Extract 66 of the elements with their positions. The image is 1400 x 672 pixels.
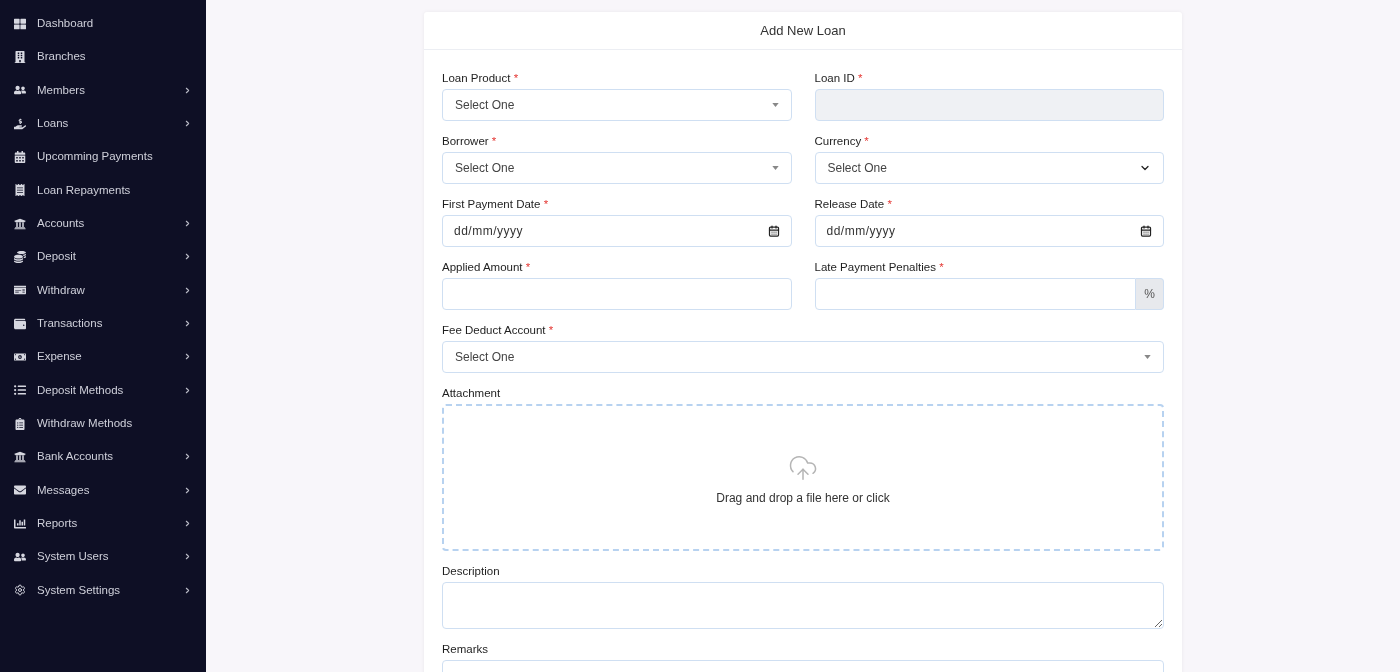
sidebar-item[interactable]: Accounts [0, 206, 206, 241]
users-icon [14, 84, 26, 97]
sidebar-item[interactable]: System Settings [0, 573, 206, 607]
caret-icon [771, 166, 779, 170]
field-label: Attachment [442, 386, 502, 401]
users-icon [14, 550, 26, 563]
sidebar-item[interactable]: Upcomming Payments [0, 140, 206, 174]
bank-icon [14, 217, 26, 230]
calendar-icon[interactable] [1140, 225, 1152, 237]
hand-coin-icon [14, 117, 26, 130]
sidebar-item[interactable]: Bank Accounts [0, 440, 206, 474]
field-label: First Payment Date * [442, 197, 550, 212]
percent-addon: % [1136, 278, 1164, 310]
field-label: Release Date * [814, 197, 893, 212]
wallet-icon [14, 317, 26, 330]
caret-icon [1144, 355, 1151, 359]
sidebar-item[interactable]: Loan Repayments [0, 173, 206, 207]
settings-icon [14, 584, 26, 597]
sidebar-item[interactable]: Members [0, 73, 206, 107]
field-label: Late Payment Penalties * [814, 260, 945, 275]
mail-icon [14, 484, 26, 497]
field-label: Loan Product * [442, 71, 520, 86]
caret-icon [771, 103, 779, 107]
sidebar-item[interactable]: Withdraw [0, 273, 206, 307]
sidebar-item[interactable]: Dashboard [0, 7, 206, 41]
field-label: Fee Deduct Account * [442, 323, 555, 338]
sidebar-item[interactable]: Reports [0, 506, 206, 541]
select-field[interactable]: Select One [442, 152, 792, 184]
sidebar-item[interactable]: Transactions [0, 306, 206, 341]
date-field[interactable]: dd/mm/yyyy [814, 215, 1164, 247]
select-field[interactable]: Select One [442, 341, 1164, 373]
calendar-icon [14, 150, 26, 163]
field-label: Currency * [814, 134, 870, 149]
textarea-field[interactable] [442, 582, 1164, 629]
select-field[interactable]: Select One [814, 152, 1164, 184]
sidebar-item[interactable]: Withdraw Methods [0, 406, 206, 441]
input-field[interactable] [814, 89, 1164, 121]
card-title: Add New Loan [760, 21, 846, 40]
card-icon [14, 284, 26, 297]
banknote-icon [14, 350, 26, 363]
sidebar-item[interactable]: Branches [0, 40, 206, 74]
bar-chart-icon [14, 517, 26, 530]
receipt-icon [14, 184, 26, 197]
bank-icon [14, 450, 26, 463]
field-label: Loan ID * [814, 71, 864, 86]
field-label: Borrower * [442, 134, 498, 149]
grid-icon [14, 17, 26, 30]
select-field[interactable]: Select One [442, 89, 792, 121]
file-dropzone[interactable]: Drag and drop a file here or click [442, 404, 1164, 551]
field-label: Remarks [442, 642, 489, 657]
field-label: Applied Amount * [442, 260, 532, 275]
calendar-icon[interactable] [767, 225, 780, 237]
sidebar-item[interactable]: Loans [0, 107, 206, 141]
input-field[interactable] [442, 278, 792, 310]
field-label: Description [442, 564, 501, 579]
list-icon [14, 384, 26, 397]
coins-icon [14, 250, 26, 263]
input-field[interactable] [814, 278, 1136, 310]
building-icon [14, 51, 26, 63]
sidebar-item[interactable]: Deposit Methods [0, 373, 206, 407]
sidebar-item[interactable]: Expense [0, 340, 206, 374]
sidebar-item[interactable]: System Users [0, 540, 206, 574]
sidebar-item[interactable]: Messages [0, 473, 206, 507]
date-field[interactable]: dd/mm/yyyy [442, 215, 792, 247]
sidebar-item[interactable]: Deposit [0, 240, 206, 274]
clipboard-icon [14, 417, 26, 430]
